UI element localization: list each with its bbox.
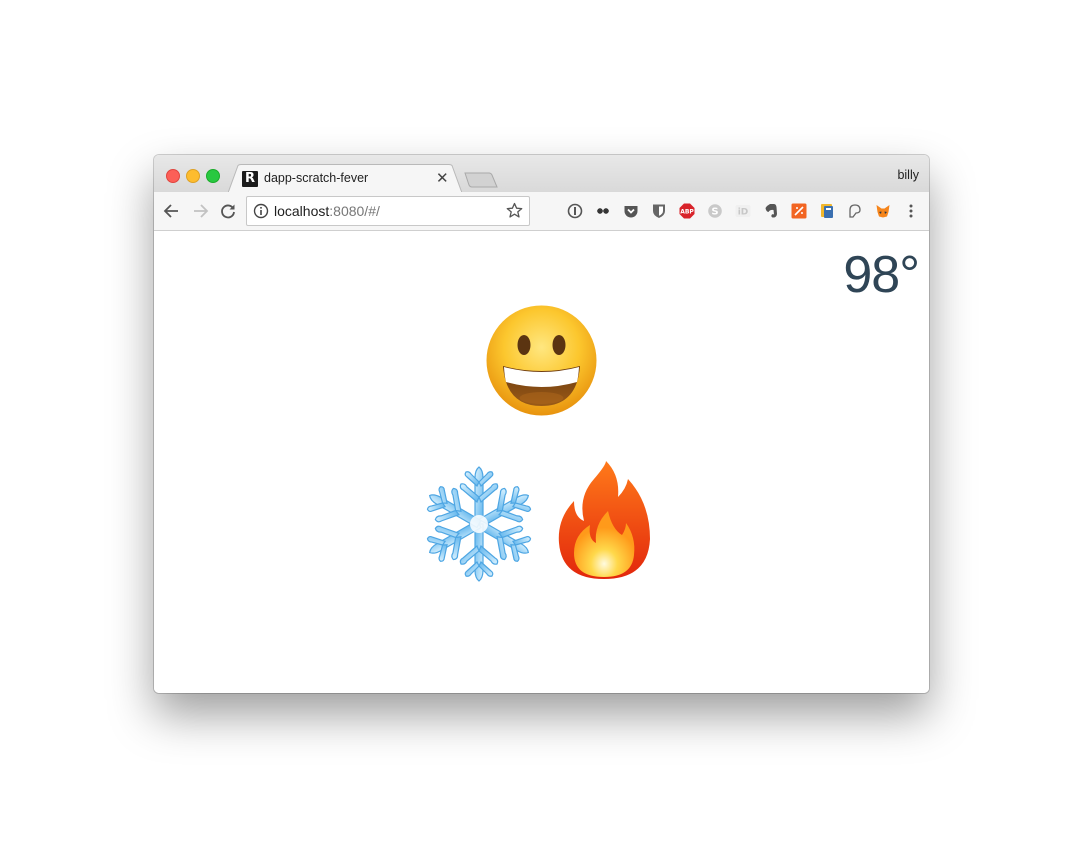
profile-name[interactable]: billy bbox=[897, 168, 919, 182]
temperature-readout: 98° bbox=[843, 246, 920, 304]
menu-more-icon[interactable] bbox=[903, 203, 919, 219]
ghost-icon[interactable] bbox=[847, 203, 863, 219]
url-path: :8080/#/ bbox=[329, 203, 380, 219]
address-bar[interactable]: localhost:8080/#/ bbox=[246, 196, 530, 226]
adblock-plus-icon[interactable]: ABP bbox=[679, 203, 695, 219]
pocket-icon[interactable] bbox=[623, 203, 639, 219]
close-tab-icon[interactable]: ✕ bbox=[436, 169, 449, 187]
maximize-window-button[interactable] bbox=[206, 169, 220, 183]
id-label: iD bbox=[738, 208, 749, 218]
tab-active[interactable]: R dapp-scratch-fever ✕ bbox=[228, 164, 462, 193]
back-arrow-icon[interactable] bbox=[162, 201, 182, 221]
url-text[interactable]: localhost:8080/#/ bbox=[274, 203, 380, 219]
skype-icon[interactable]: S bbox=[707, 203, 723, 219]
page-content: 98° bbox=[154, 231, 929, 693]
tab-title: dapp-scratch-fever bbox=[264, 171, 369, 185]
wallet-icon[interactable] bbox=[819, 203, 835, 219]
url-host: localhost bbox=[274, 203, 330, 219]
minimize-window-button[interactable] bbox=[186, 169, 200, 183]
svg-text:S: S bbox=[711, 207, 718, 218]
title-bar: R dapp-scratch-fever ✕ billy bbox=[154, 155, 929, 193]
browser-window: R dapp-scratch-fever ✕ billy localhost:8… bbox=[154, 155, 929, 693]
bitwarden-icon[interactable] bbox=[651, 203, 667, 219]
forward-arrow-icon[interactable] bbox=[190, 201, 210, 221]
reload-icon[interactable] bbox=[218, 201, 238, 221]
new-tab-button[interactable] bbox=[464, 172, 498, 188]
snowflake-icon bbox=[419, 466, 539, 582]
1password-icon[interactable] bbox=[567, 203, 583, 219]
metamask-icon[interactable] bbox=[875, 203, 891, 219]
close-window-button[interactable] bbox=[166, 169, 180, 183]
bookmark-star-icon[interactable] bbox=[506, 202, 523, 219]
adblock-label: ABP bbox=[680, 208, 694, 215]
grinning-face-icon bbox=[486, 305, 597, 416]
evernote-icon[interactable] bbox=[763, 203, 779, 219]
id-icon[interactable]: iD bbox=[735, 203, 751, 219]
plug-icon[interactable] bbox=[595, 203, 611, 219]
fire-icon bbox=[558, 461, 650, 579]
toolbar: localhost:8080/#/ ABP S iD bbox=[154, 192, 929, 231]
info-icon[interactable] bbox=[253, 203, 269, 219]
pdf-icon[interactable] bbox=[791, 203, 807, 219]
site-favicon-icon: R bbox=[242, 171, 258, 187]
